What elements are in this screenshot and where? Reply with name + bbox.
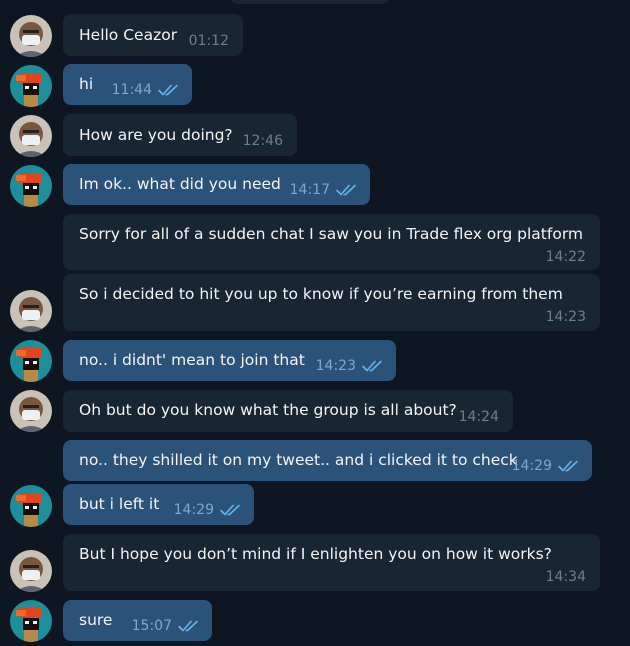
user-avatar[interactable] bbox=[10, 600, 52, 642]
message-outgoing[interactable]: but i left it 14:29 bbox=[63, 484, 254, 525]
message-time: 14:22 bbox=[545, 249, 586, 265]
message-text: Sorry for all of a sudden chat I saw you… bbox=[79, 225, 584, 243]
message-time: 14:24 bbox=[458, 409, 499, 425]
double-check-icon bbox=[158, 84, 180, 96]
contact-avatar[interactable] bbox=[10, 15, 52, 57]
message-outgoing[interactable]: no.. i didnt' mean to join that 14:23 bbox=[63, 340, 396, 381]
message-time: 14:34 bbox=[545, 569, 586, 585]
previous-message-edge bbox=[230, 0, 390, 4]
message-time: 14:29 bbox=[511, 458, 552, 474]
message-time: 14:17 bbox=[289, 182, 330, 198]
message-text: Im ok.. what did you need bbox=[79, 175, 281, 193]
double-check-icon bbox=[558, 460, 580, 472]
message-outgoing[interactable]: sure 15:07 bbox=[63, 600, 212, 641]
message-incoming[interactable]: Sorry for all of a sudden chat I saw you… bbox=[63, 214, 600, 270]
contact-avatar[interactable] bbox=[10, 115, 52, 157]
message-time: 14:23 bbox=[545, 309, 586, 325]
user-avatar[interactable] bbox=[10, 65, 52, 107]
double-check-icon bbox=[362, 360, 384, 372]
user-avatar[interactable] bbox=[10, 165, 52, 207]
message-text: But I hope you don’t mind if I enlighten… bbox=[79, 545, 552, 563]
message-outgoing[interactable]: no.. they shilled it on my tweet.. and i… bbox=[63, 440, 592, 481]
message-time: 11:44 bbox=[111, 82, 152, 98]
message-time: 15:07 bbox=[131, 618, 172, 634]
message-text: no.. i didnt' mean to join that bbox=[79, 351, 305, 369]
message-incoming[interactable]: Oh but do you know what the group is all… bbox=[63, 390, 513, 432]
message-text: but i left it bbox=[79, 495, 160, 513]
message-incoming[interactable]: Hello Ceazor 01:12 bbox=[63, 14, 243, 56]
message-text: Hello Ceazor bbox=[79, 26, 178, 44]
message-outgoing[interactable]: hi 11:44 bbox=[63, 64, 192, 105]
double-check-icon bbox=[336, 184, 358, 196]
message-text: no.. they shilled it on my tweet.. and i… bbox=[79, 451, 518, 469]
message-incoming[interactable]: But I hope you don’t mind if I enlighten… bbox=[63, 534, 600, 591]
user-avatar[interactable] bbox=[10, 340, 52, 382]
message-time: 12:46 bbox=[242, 133, 283, 149]
message-text: So i decided to hit you up to know if yo… bbox=[79, 285, 563, 303]
message-incoming[interactable]: So i decided to hit you up to know if yo… bbox=[63, 274, 600, 331]
message-time: 14:29 bbox=[173, 502, 214, 518]
message-outgoing[interactable]: Im ok.. what did you need 14:17 bbox=[63, 164, 370, 205]
user-avatar[interactable] bbox=[10, 485, 52, 527]
contact-avatar[interactable] bbox=[10, 390, 52, 432]
double-check-icon bbox=[220, 504, 242, 516]
message-text: Oh but do you know what the group is all… bbox=[79, 401, 457, 419]
contact-avatar[interactable] bbox=[10, 290, 52, 332]
message-text: How are you doing? bbox=[79, 126, 233, 144]
double-check-icon bbox=[178, 620, 200, 632]
contact-avatar[interactable] bbox=[10, 550, 52, 592]
message-time: 14:23 bbox=[315, 358, 356, 374]
message-text: hi bbox=[79, 75, 94, 93]
message-time: 01:12 bbox=[188, 33, 229, 49]
message-text: sure bbox=[79, 611, 113, 629]
message-incoming[interactable]: How are you doing? 12:46 bbox=[63, 114, 297, 156]
